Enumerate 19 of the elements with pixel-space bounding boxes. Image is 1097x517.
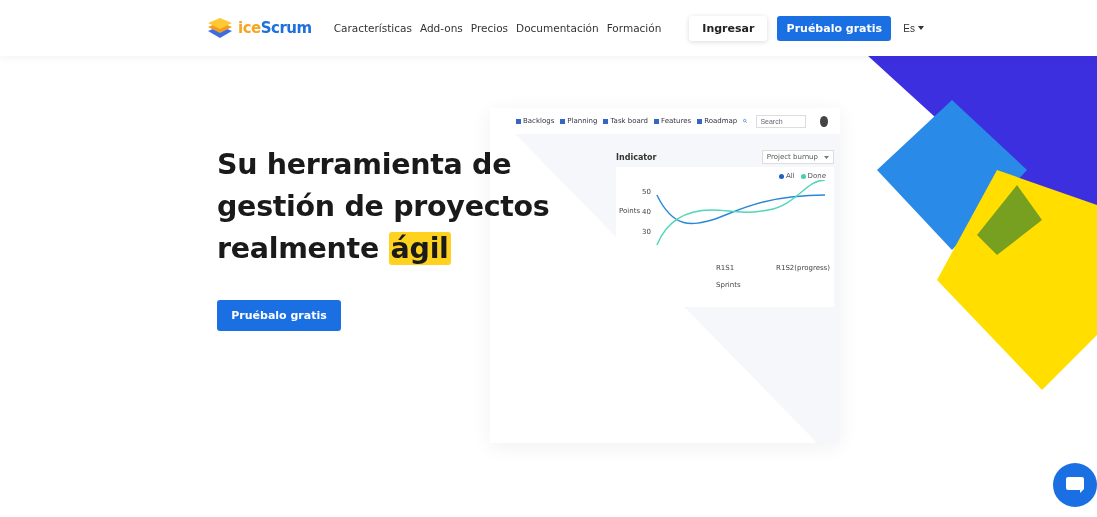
caret-icon bbox=[918, 26, 924, 30]
stacked-layers-logo-icon bbox=[208, 18, 232, 38]
card-title: Indicator bbox=[616, 152, 657, 162]
language-selector[interactable]: Es bbox=[903, 22, 924, 34]
nav-link[interactable]: Formación bbox=[606, 22, 662, 34]
chat-bubble-icon bbox=[1065, 476, 1085, 494]
chat-button[interactable] bbox=[1053, 463, 1097, 507]
nav-link[interactable]: Documentación bbox=[516, 22, 599, 34]
nav-link[interactable]: Características bbox=[333, 22, 412, 34]
hero-title: Su herramienta de gestión de proyectos realmente ágil bbox=[217, 147, 551, 267]
trial-button[interactable]: Pruébalo gratis bbox=[777, 15, 892, 41]
brand-name[interactable]: iceScrum bbox=[238, 19, 312, 37]
login-button[interactable]: Ingresar bbox=[689, 15, 768, 41]
avatar[interactable] bbox=[820, 115, 828, 127]
cta-button[interactable]: Pruébalo gratis bbox=[217, 300, 341, 331]
nav-link[interactable]: Precios bbox=[470, 22, 509, 34]
caret-icon bbox=[824, 155, 829, 159]
nav-link[interactable]: Add-ons bbox=[419, 22, 463, 34]
search-icon bbox=[743, 118, 748, 124]
